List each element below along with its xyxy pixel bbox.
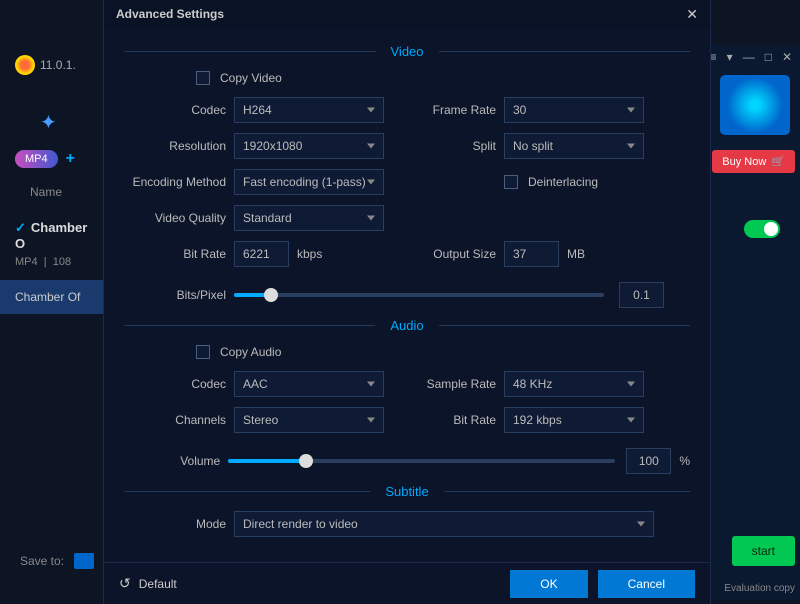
mb-unit: MB <box>567 247 585 261</box>
split-select[interactable]: No split <box>504 133 644 159</box>
audio-codec-label: Codec <box>124 377 234 391</box>
evaluation-text: Evaluation copy <box>724 583 795 594</box>
folder-icon[interactable] <box>74 553 94 569</box>
volume-label: Volume <box>124 454 228 468</box>
close-icon[interactable]: ✕ <box>686 6 698 23</box>
copy-video-checkbox[interactable] <box>196 71 210 85</box>
modal-title: Advanced Settings <box>116 7 224 21</box>
advanced-settings-modal: Advanced Settings ✕ Video Copy Video Cod… <box>103 0 711 604</box>
split-label: Split <box>414 139 504 153</box>
promo-graphic <box>720 75 790 135</box>
deinterlacing-checkbox[interactable] <box>504 175 518 189</box>
slider-thumb[interactable] <box>264 288 278 302</box>
format-selector[interactable]: MP4 + <box>15 150 75 168</box>
modal-footer: ↺ Default OK Cancel <box>104 562 710 604</box>
slider-thumb[interactable] <box>299 454 313 468</box>
cart-icon: 🛒 <box>771 155 785 168</box>
channels-select[interactable]: Stereo <box>234 407 384 433</box>
copy-audio-label: Copy Audio <box>220 345 281 359</box>
bits-pixel-input[interactable] <box>619 282 664 308</box>
save-to-label: Save to: <box>20 554 64 568</box>
video-section-title: Video <box>124 44 690 59</box>
resolution-select[interactable]: 1920x1080 <box>234 133 384 159</box>
sample-rate-select[interactable]: 48 KHz <box>504 371 644 397</box>
copy-video-label: Copy Video <box>220 71 282 85</box>
file-item[interactable]: ✓Chamber O MP4 | 108 <box>0 210 100 278</box>
resolution-label: Resolution <box>124 139 234 153</box>
plus-icon[interactable]: + <box>66 150 75 168</box>
video-bitrate-input[interactable] <box>234 241 289 267</box>
save-to-row: Save to: <box>20 553 94 569</box>
audio-bitrate-label: Bit Rate <box>414 413 504 427</box>
output-size-label: Output Size <box>414 247 504 261</box>
audio-section-title: Audio <box>124 318 690 333</box>
video-codec-select[interactable]: H264 <box>234 97 384 123</box>
output-size-input[interactable] <box>504 241 559 267</box>
enable-toggle[interactable] <box>744 220 780 238</box>
audio-bitrate-select[interactable]: 192 kbps <box>504 407 644 433</box>
mp4-badge: MP4 <box>15 150 58 168</box>
subtitle-mode-label: Mode <box>124 517 234 531</box>
bits-pixel-label: Bits/Pixel <box>124 288 234 302</box>
channels-label: Channels <box>124 413 234 427</box>
frame-rate-select[interactable]: 30 <box>504 97 644 123</box>
audio-codec-select[interactable]: AAC <box>234 371 384 397</box>
sample-rate-label: Sample Rate <box>414 377 504 391</box>
frame-rate-label: Frame Rate <box>414 103 504 117</box>
copy-audio-checkbox[interactable] <box>196 345 210 359</box>
kbps-unit: kbps <box>297 247 322 261</box>
selected-file[interactable]: Chamber Of <box>0 280 103 314</box>
cancel-button[interactable]: Cancel <box>598 570 695 598</box>
app-logo: 11.0.1. <box>15 55 76 75</box>
modal-body: Video Copy Video Codec H264 Frame Rate 3… <box>104 28 710 562</box>
video-quality-select[interactable]: Standard <box>234 205 384 231</box>
app-version: 11.0.1. <box>40 58 76 72</box>
ok-button[interactable]: OK <box>510 570 587 598</box>
video-codec-label: Codec <box>124 103 234 117</box>
reset-icon: ↺ <box>119 575 131 592</box>
encoding-method-select[interactable]: Fast encoding (1-pass) <box>234 169 384 195</box>
video-bitrate-label: Bit Rate <box>124 247 234 261</box>
check-icon: ✓ <box>15 220 26 235</box>
window-controls[interactable]: ≡▾—□✕ <box>710 50 792 64</box>
star-icon: ✦ <box>40 110 57 135</box>
default-button[interactable]: ↺ Default <box>119 575 177 592</box>
volume-input[interactable] <box>626 448 671 474</box>
start-button[interactable]: start <box>732 536 795 566</box>
percent-unit: % <box>679 454 690 468</box>
encoding-method-label: Encoding Method <box>124 175 234 189</box>
subtitle-mode-select[interactable]: Direct render to video <box>234 511 654 537</box>
dvdfab-icon <box>15 55 35 75</box>
name-column-header: Name <box>30 185 62 199</box>
modal-header: Advanced Settings ✕ <box>104 0 710 28</box>
volume-slider[interactable] <box>228 459 615 463</box>
bits-pixel-slider[interactable] <box>234 293 604 297</box>
subtitle-section-title: Subtitle <box>124 484 690 499</box>
deinterlacing-label: Deinterlacing <box>528 175 598 189</box>
video-quality-label: Video Quality <box>124 211 234 225</box>
buy-now-button[interactable]: Buy Now🛒 <box>712 150 795 173</box>
